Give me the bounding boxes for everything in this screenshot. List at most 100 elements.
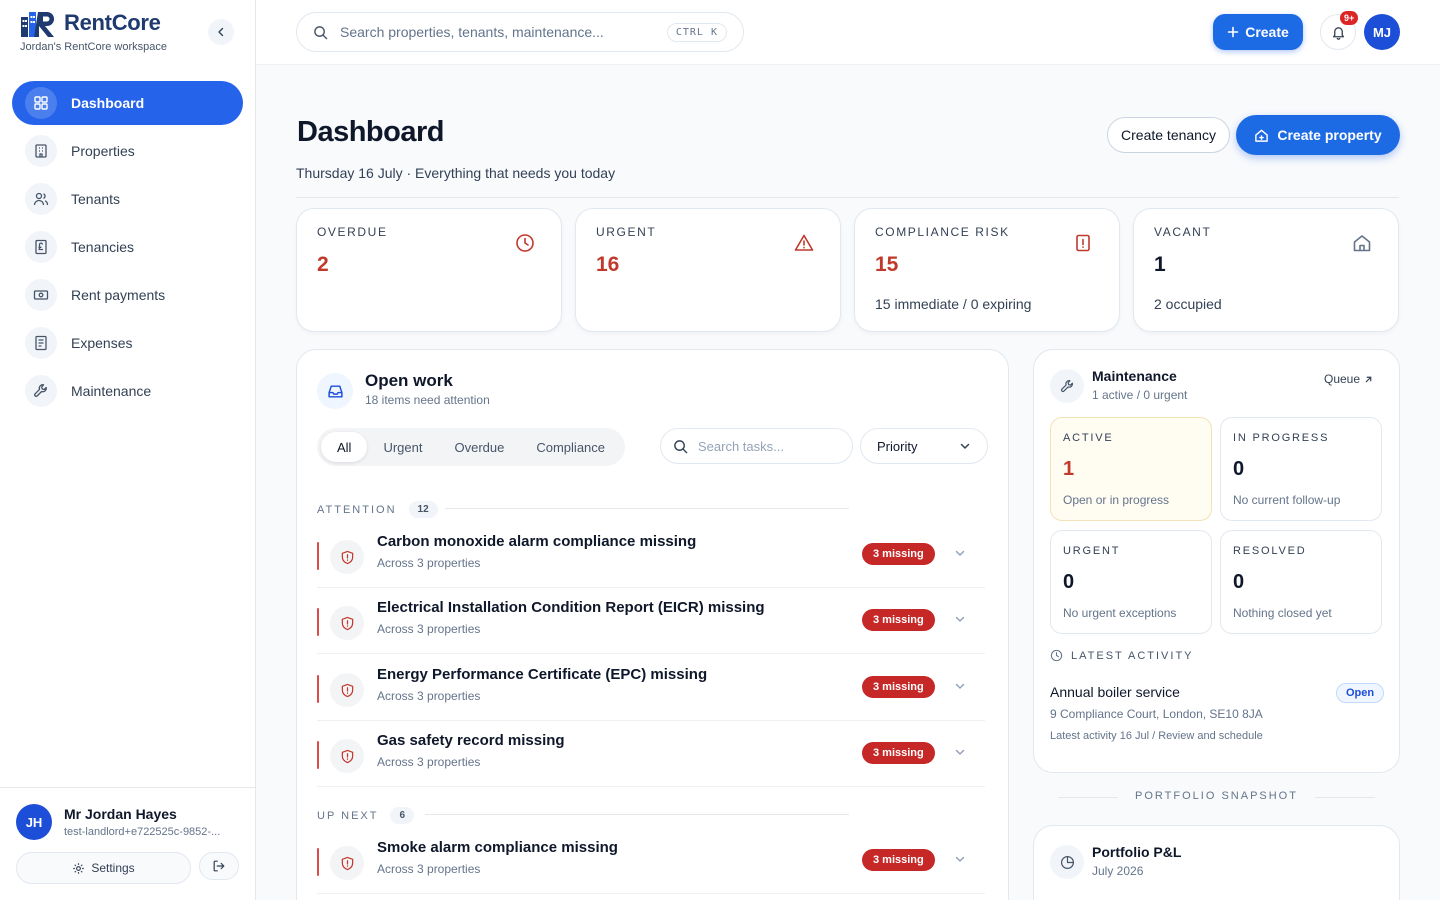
task-search-placeholder: Search tasks... xyxy=(698,438,784,454)
sidebar-item-label: Dashboard xyxy=(71,95,145,111)
cell-label: RESOLVED xyxy=(1233,545,1307,557)
sidebar-item-properties[interactable]: Properties xyxy=(12,129,243,173)
warning-icon xyxy=(794,233,814,253)
sidebar-item-maintenance[interactable]: Maintenance xyxy=(12,369,243,413)
status-badge: Open xyxy=(1336,683,1385,703)
sidebar-item-expenses[interactable]: Expenses xyxy=(12,321,243,365)
chevron-down-icon[interactable] xyxy=(954,547,966,559)
priority-select[interactable]: Priority xyxy=(860,428,988,464)
logout-button[interactable] xyxy=(199,852,239,880)
sidebar-item-dashboard[interactable]: Dashboard xyxy=(12,81,243,125)
sidebar-item-tenancies[interactable]: Tenancies xyxy=(12,225,243,269)
rentcore-logo-icon xyxy=(20,8,60,38)
pound-document-icon xyxy=(25,231,57,263)
banknote-icon xyxy=(25,279,57,311)
chevron-down-icon[interactable] xyxy=(954,680,966,692)
tab-urgent[interactable]: Urgent xyxy=(367,432,438,462)
attention-section-label: ATTENTION 12 xyxy=(317,501,438,518)
maintenance-in-progress-card[interactable]: IN PROGRESS 0 No current follow-up xyxy=(1220,417,1382,521)
divider xyxy=(445,508,849,509)
open-work-subtitle: 18 items need attention xyxy=(365,393,490,407)
collapse-sidebar-button[interactable] xyxy=(208,19,234,45)
create-tenancy-button[interactable]: Create tenancy xyxy=(1107,117,1230,153)
work-filter-tabs: All Urgent Overdue Compliance xyxy=(317,428,626,466)
account-avatar[interactable]: MJ xyxy=(1364,14,1400,50)
shield-alert-icon xyxy=(330,846,364,880)
maintenance-title: Maintenance xyxy=(1092,368,1177,384)
divider xyxy=(1315,797,1375,798)
priority-bar xyxy=(317,608,319,636)
task-subtitle: Across 3 properties xyxy=(377,689,481,703)
settings-label: Settings xyxy=(91,861,135,875)
sidebar-item-label: Rent payments xyxy=(71,287,166,303)
gear-icon xyxy=(72,862,85,875)
create-button[interactable]: Create xyxy=(1213,14,1303,50)
page-subtitle: Thursday 16 July · Everything that needs… xyxy=(296,165,616,181)
wrench-icon xyxy=(1050,369,1084,403)
search-shortcut: CTRL K xyxy=(666,22,727,42)
maintenance-active-card[interactable]: ACTIVE 1 Open or in progress xyxy=(1050,417,1212,521)
latest-activity-label: LATEST ACTIVITY xyxy=(1050,649,1194,662)
status-badge: 3 missing xyxy=(862,676,935,698)
bell-icon xyxy=(1331,25,1346,40)
stat-label: VACANT xyxy=(1154,225,1212,239)
task-row[interactable]: Electrical Installation Condition Report… xyxy=(317,594,985,654)
task-row[interactable]: Energy Performance Certificate (EPC) mis… xyxy=(317,661,985,721)
plus-icon xyxy=(1227,26,1239,38)
stat-label: COMPLIANCE RISK xyxy=(875,225,1010,239)
cell-value: 0 xyxy=(1233,458,1245,480)
wrench-icon xyxy=(25,375,57,407)
cell-label: URGENT xyxy=(1063,545,1121,557)
arrow-up-right-icon xyxy=(1364,375,1373,384)
maintenance-panel: Maintenance 1 active / 0 urgent Queue AC… xyxy=(1033,349,1400,773)
task-row[interactable]: Carbon monoxide alarm compliance missing… xyxy=(317,528,985,588)
sidebar-item-rent-payments[interactable]: Rent payments xyxy=(12,273,243,317)
chevron-down-icon[interactable] xyxy=(954,853,966,865)
sidebar: RentCore Jordan's RentCore workspace Das… xyxy=(0,0,256,900)
cell-value: 0 xyxy=(1233,571,1245,593)
global-search-input[interactable]: Search properties, tenants, maintenance.… xyxy=(296,12,744,52)
queue-link[interactable]: Queue xyxy=(1324,372,1373,386)
sidebar-item-tenants[interactable]: Tenants xyxy=(12,177,243,221)
tab-overdue[interactable]: Overdue xyxy=(438,432,520,462)
status-badge: 3 missing xyxy=(862,849,935,871)
tab-all[interactable]: All xyxy=(321,432,368,462)
stat-card-compliance-risk[interactable]: COMPLIANCE RISK 15 15 immediate / 0 expi… xyxy=(854,208,1120,332)
cell-value: 0 xyxy=(1063,571,1075,593)
task-row[interactable]: Smoke alarm compliance missing Across 3 … xyxy=(317,834,985,894)
task-subtitle: Across 3 properties xyxy=(377,622,481,636)
brand[interactable]: RentCore Jordan's RentCore workspace xyxy=(20,8,167,53)
task-row[interactable]: Gas safety record missing Across 3 prope… xyxy=(317,727,985,787)
cell-label: ACTIVE xyxy=(1063,432,1114,444)
sidebar-nav: Dashboard Properties Tenants Tenancies R… xyxy=(12,81,243,417)
sidebar-item-label: Tenancies xyxy=(71,239,135,255)
stat-card-vacant[interactable]: VACANT 1 2 occupied xyxy=(1133,208,1399,332)
chevron-down-icon[interactable] xyxy=(954,613,966,625)
activity-title[interactable]: Annual boiler service xyxy=(1050,684,1180,700)
maintenance-subtitle: 1 active / 0 urgent xyxy=(1092,388,1188,402)
inbox-icon xyxy=(317,373,353,409)
stat-value: 1 xyxy=(1154,253,1166,276)
chevron-down-icon[interactable] xyxy=(954,746,966,758)
stat-card-overdue[interactable]: OVERDUE 2 xyxy=(296,208,562,332)
latest-activity-title: LATEST ACTIVITY xyxy=(1071,649,1194,662)
pnl-title: Portfolio P&L xyxy=(1092,844,1182,860)
status-badge: 3 missing xyxy=(862,742,935,764)
sidebar-item-label: Expenses xyxy=(71,335,133,351)
activity-latest: Latest activity 16 Jul / Review and sche… xyxy=(1050,730,1263,742)
stat-card-urgent[interactable]: URGENT 16 xyxy=(575,208,841,332)
open-work-panel: Open work 18 items need attention All Ur… xyxy=(296,349,1009,900)
maintenance-urgent-card[interactable]: URGENT 0 No urgent exceptions xyxy=(1050,530,1212,634)
tab-compliance[interactable]: Compliance xyxy=(520,432,621,462)
settings-button[interactable]: Settings xyxy=(16,852,191,884)
stat-sub: 15 immediate / 0 expiring xyxy=(875,296,1032,312)
user-avatar[interactable]: JH xyxy=(16,804,52,840)
stat-label: URGENT xyxy=(596,225,657,239)
shield-alert-icon xyxy=(330,739,364,773)
status-badge: 3 missing xyxy=(862,609,935,631)
portfolio-pnl-panel: Portfolio P&L July 2026 xyxy=(1033,825,1400,900)
stat-value: 16 xyxy=(596,253,620,276)
task-search-input[interactable]: Search tasks... xyxy=(660,428,853,464)
maintenance-resolved-card[interactable]: RESOLVED 0 Nothing closed yet xyxy=(1220,530,1382,634)
create-property-button[interactable]: Create property xyxy=(1236,115,1400,155)
